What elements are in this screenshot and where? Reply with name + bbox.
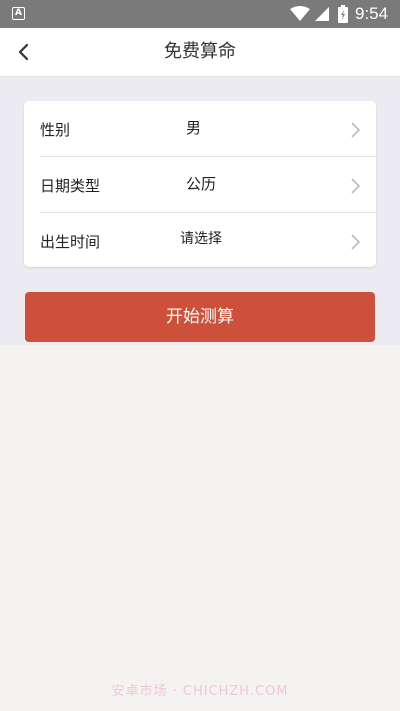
battery-icon bbox=[338, 5, 348, 23]
gender-value: 男 bbox=[186, 119, 202, 137]
signal-icon bbox=[315, 7, 329, 21]
chevron-right-icon bbox=[351, 178, 361, 194]
birth-time-value: 请选择 bbox=[180, 231, 222, 247]
status-time: 9:54 bbox=[355, 4, 389, 23]
chevron-right-icon bbox=[351, 234, 361, 250]
wifi-icon bbox=[290, 6, 310, 21]
chevron-right-icon bbox=[351, 122, 361, 138]
birth-info-card: 性别 男 日期类型 公历 出生时间 请选择 bbox=[24, 101, 376, 267]
app-notification-icon: A bbox=[12, 7, 25, 20]
date-type-row[interactable]: 日期类型 公历 bbox=[40, 157, 376, 213]
gender-label: 性别 bbox=[40, 121, 71, 139]
date-type-value: 公历 bbox=[186, 175, 217, 193]
paper-background bbox=[0, 345, 400, 711]
status-bar: A 9:54 bbox=[0, 0, 400, 28]
birth-time-label: 出生时间 bbox=[40, 233, 101, 251]
birth-time-row[interactable]: 出生时间 请选择 bbox=[40, 213, 376, 268]
watermark: 安卓市场 · CHICHZH.COM bbox=[111, 684, 289, 699]
start-calculation-button[interactable]: 开始测算 bbox=[25, 292, 375, 342]
navigation-bar: 免费算命 bbox=[0, 28, 400, 77]
gender-row[interactable]: 性别 男 bbox=[40, 101, 376, 157]
date-type-label: 日期类型 bbox=[40, 177, 101, 195]
page-title: 免费算命 bbox=[164, 41, 236, 62]
